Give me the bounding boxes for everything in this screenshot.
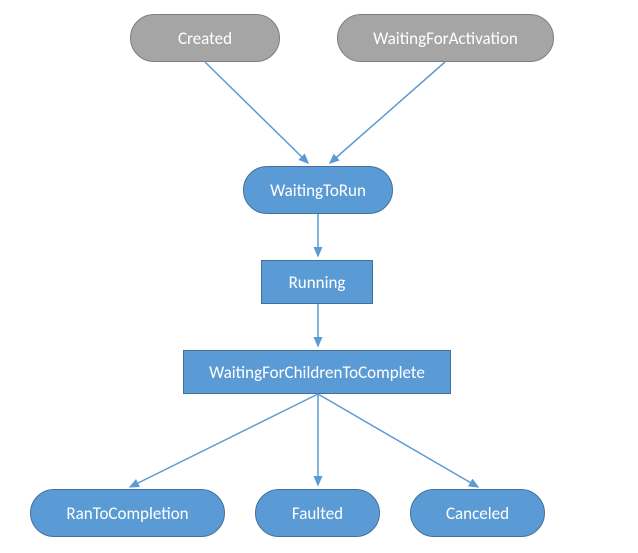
node-canceled: Canceled [410,489,545,537]
node-waiting-to-run-label: WaitingToRun [270,180,366,201]
edge-waitingforchildren-to-rantocompletion [130,394,318,487]
edge-waitingforchildren-to-canceled [318,394,478,487]
node-created: Created [130,14,280,62]
node-running: Running [261,260,373,304]
node-faulted-label: Faulted [292,503,343,524]
node-running-label: Running [289,272,346,293]
node-ran-to-completion: RanToCompletion [30,489,225,537]
node-waiting-to-run: WaitingToRun [243,166,393,214]
edge-waitingforactivation-to-waitingtorun [330,62,445,163]
node-created-label: Created [178,28,232,49]
node-waiting-for-activation-label: WaitingForActivation [373,28,518,49]
node-canceled-label: Canceled [446,503,509,524]
node-ran-to-completion-label: RanToCompletion [66,503,188,524]
node-faulted: Faulted [255,489,380,537]
node-waiting-for-children: WaitingForChildrenToComplete [183,350,451,394]
node-waiting-for-children-label: WaitingForChildrenToComplete [209,362,425,383]
node-waiting-for-activation: WaitingForActivation [337,14,554,62]
edge-created-to-waitingtorun [205,62,308,163]
